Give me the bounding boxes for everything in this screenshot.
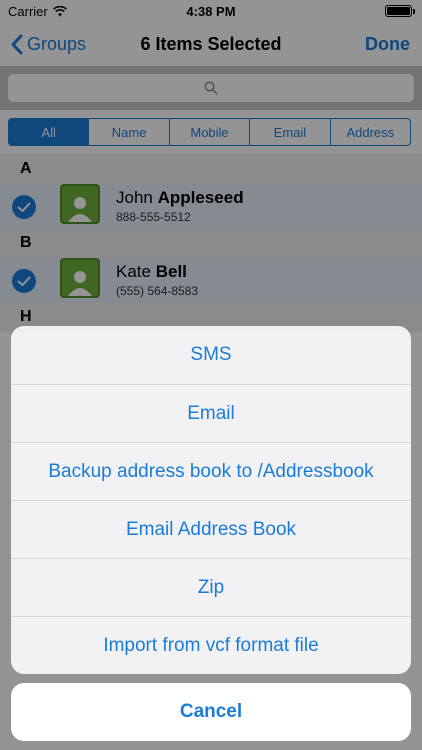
action-sms-button[interactable]: SMS <box>11 326 411 384</box>
action-zip-button[interactable]: Zip <box>11 558 411 616</box>
cancel-button[interactable]: Cancel <box>11 683 411 741</box>
action-email-button[interactable]: Email <box>11 384 411 442</box>
action-email-address-book-button[interactable]: Email Address Book <box>11 500 411 558</box>
action-backup-button[interactable]: Backup address book to /Addressbook <box>11 442 411 500</box>
action-import-vcf-button[interactable]: Import from vcf format file <box>11 616 411 674</box>
action-sheet: SMS Email Backup address book to /Addres… <box>11 326 411 674</box>
